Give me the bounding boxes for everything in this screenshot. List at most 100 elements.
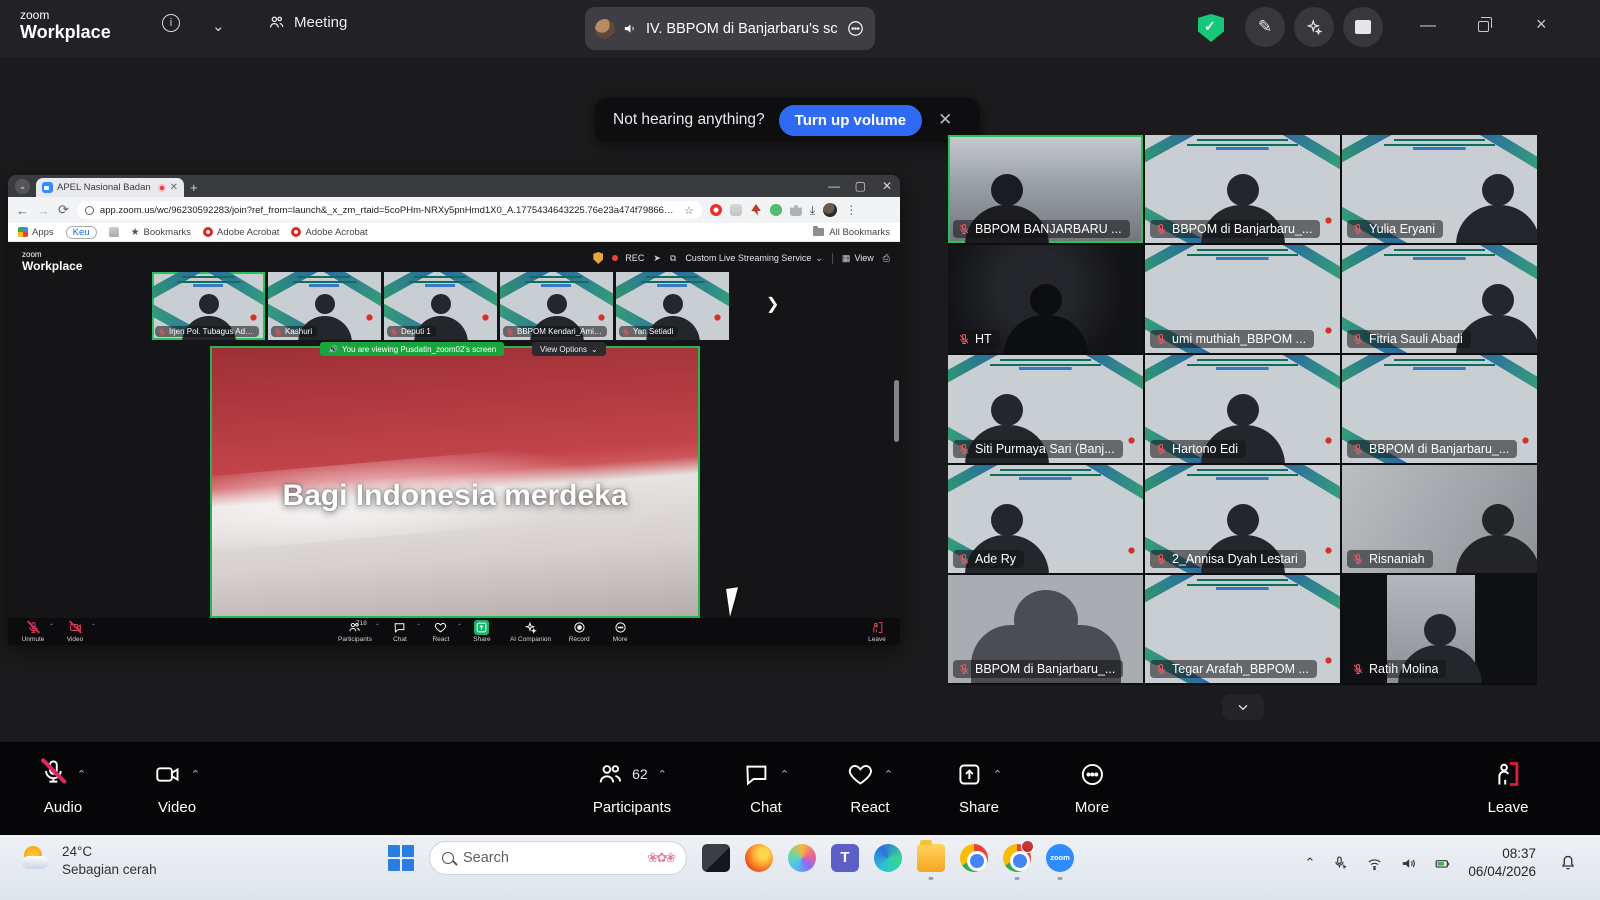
address-bar[interactable]: app.zoom.us/wc/96230592283/join?ref_from… xyxy=(77,201,702,219)
reload-icon[interactable]: ⟳ xyxy=(58,202,69,218)
chevron-down-icon[interactable]: ⌄ xyxy=(212,17,225,35)
inner-chat-button[interactable]: Chat ⌃ xyxy=(387,620,413,643)
bookmark-adobe-1[interactable]: Adobe Acrobat xyxy=(203,227,279,238)
ai-companion-button[interactable] xyxy=(1294,7,1334,47)
inner-ai-companion-button[interactable]: AI Companion ⌃ xyxy=(510,620,551,643)
extension-pin-icon[interactable] xyxy=(750,204,762,216)
filmstrip-next-icon[interactable]: ❯ xyxy=(766,294,779,314)
zoom-app-icon[interactable] xyxy=(1046,844,1074,872)
participant-tile[interactable]: Risnaniah xyxy=(1342,465,1537,573)
inner-leave-button[interactable]: Leave ⌃ xyxy=(864,620,890,643)
battery-icon[interactable] xyxy=(1434,855,1451,872)
participant-tile[interactable]: BBPOM BANJARBARU ... xyxy=(948,135,1143,243)
firefox-icon[interactable] xyxy=(745,844,773,872)
participant-tile[interactable]: BBPOM di Banjarbaru_... xyxy=(1145,135,1340,243)
bookmark-adobe-2[interactable]: Adobe Acrobat xyxy=(291,227,367,238)
restore-button[interactable] xyxy=(1478,21,1489,32)
all-bookmarks[interactable]: All Bookmarks xyxy=(813,227,890,238)
browser-close-button[interactable]: ✕ xyxy=(882,179,892,193)
view-layout-button[interactable] xyxy=(1343,7,1383,47)
chrome-profile-icon[interactable] xyxy=(1003,844,1031,872)
filmstrip-tile[interactable]: Yan Setiadi xyxy=(616,272,729,340)
close-button[interactable]: × xyxy=(1536,15,1547,33)
participant-tile[interactable]: Yulia Eryani xyxy=(1342,135,1537,243)
participant-tile[interactable]: Siti Purmaya Sari (Banj... xyxy=(948,355,1143,463)
filmstrip-tile[interactable]: Irjen Pol. Tubagus Ade Hi... xyxy=(152,272,265,340)
more-button[interactable]: More xyxy=(1075,756,1109,816)
participant-tile[interactable]: Ade Ry xyxy=(948,465,1143,573)
browser-tab[interactable]: APEL Nasional Badan Peng... ✕ xyxy=(36,178,184,197)
teams-icon[interactable] xyxy=(831,844,859,872)
view-options-button[interactable]: View Options⌄ xyxy=(532,342,606,356)
participant-tile[interactable]: Fitria Sauli Abadi xyxy=(1342,245,1537,353)
participants-button[interactable]: 62 ⌃ Participants xyxy=(593,756,671,816)
weather-widget[interactable]: 24°CSebagian cerah xyxy=(22,843,157,879)
more-options-icon[interactable] xyxy=(846,19,865,38)
filmstrip-tile[interactable]: BBPOM Kendari_Amirah xyxy=(500,272,613,340)
filmstrip-tile[interactable]: Deputi 1 xyxy=(384,272,497,340)
chrome-icon[interactable] xyxy=(960,844,988,872)
bookmark-bookmarks[interactable]: ★Bookmarks xyxy=(131,227,191,238)
taskbar-search[interactable]: Search ❀✿❀ xyxy=(429,841,687,875)
info-icon[interactable]: i xyxy=(162,14,180,32)
share-options-chevron[interactable]: ⌃ xyxy=(993,768,1002,781)
bookmark-apps[interactable]: Apps xyxy=(18,227,54,238)
volume-icon[interactable] xyxy=(1400,855,1417,872)
mic-pointer-icon[interactable] xyxy=(1332,855,1349,872)
edge-icon[interactable] xyxy=(874,844,902,872)
chat-options-chevron[interactable]: ⌃ xyxy=(780,768,789,781)
forward-icon[interactable]: → xyxy=(37,203,50,218)
video-button[interactable]: ⌃ Video xyxy=(154,756,200,816)
inner-participants-button[interactable]: Participants 718 ⌃ xyxy=(338,620,372,643)
browser-scrollbar-thumb[interactable] xyxy=(894,380,899,442)
taskbar-clock[interactable]: 08:37 06/04/2026 xyxy=(1468,845,1536,881)
inner-unmute-button[interactable]: Unmute ⌃ xyxy=(20,620,46,643)
file-explorer-icon[interactable] xyxy=(917,844,945,872)
bookmark-keu[interactable]: Keu xyxy=(66,226,97,239)
tab-meeting[interactable]: Meeting xyxy=(268,14,347,31)
inner-share-button[interactable]: Share ⌃ xyxy=(469,620,495,643)
participant-tile[interactable]: Tegar Arafah_BBPOM ... xyxy=(1145,575,1340,683)
new-tab-button[interactable]: + xyxy=(190,180,198,195)
extensions-puzzle-icon[interactable] xyxy=(790,204,802,216)
bookmark-star-icon[interactable]: ☆ xyxy=(684,204,694,217)
browser-restore-button[interactable]: ▢ xyxy=(855,179,866,193)
participant-tile[interactable]: 2_Annisa Dyah Lestari xyxy=(1145,465,1340,573)
inner-more-button[interactable]: More ⌃ xyxy=(607,620,633,643)
participant-tile[interactable]: Ratih Molina xyxy=(1342,575,1537,683)
inner-record-button[interactable]: Record ⌃ xyxy=(566,620,592,643)
participant-tile[interactable]: HT xyxy=(948,245,1143,353)
participant-tile[interactable]: umi muthiah_BBPOM ... xyxy=(1145,245,1340,353)
browser-menu-icon[interactable]: ⋮ xyxy=(845,203,857,217)
participant-tile[interactable]: BBPOM di Banjarbaru_... xyxy=(948,575,1143,683)
security-shield-icon[interactable] xyxy=(1198,14,1224,42)
browser-minimize-button[interactable]: — xyxy=(828,179,840,193)
live-streaming-label[interactable]: Custom Live Streaming Service⌄ xyxy=(685,253,823,264)
copilot-icon[interactable] xyxy=(788,844,816,872)
extension-icon[interactable] xyxy=(710,204,722,216)
filmstrip-tile[interactable]: Kashuri xyxy=(268,272,381,340)
tab-search-chevron[interactable]: ⌄ xyxy=(15,179,30,194)
react-options-chevron[interactable]: ⌃ xyxy=(884,768,893,781)
minimize-button[interactable]: — xyxy=(1420,18,1436,34)
extension-icon[interactable] xyxy=(770,204,782,216)
bookmark-grid-icon[interactable] xyxy=(109,227,119,237)
task-view-button[interactable] xyxy=(702,844,730,872)
participants-options-chevron[interactable]: ⌃ xyxy=(658,768,667,781)
notification-bell-icon[interactable] xyxy=(1558,851,1578,876)
toast-close-icon[interactable]: ✕ xyxy=(938,110,952,130)
back-icon[interactable]: ← xyxy=(16,203,29,218)
share-button[interactable]: ⌃ Share xyxy=(956,756,1002,816)
annotate-button[interactable]: ✎ xyxy=(1245,7,1285,47)
tab-close-icon[interactable]: ✕ xyxy=(170,182,178,193)
wifi-icon[interactable] xyxy=(1366,855,1383,872)
tray-chevron-icon[interactable]: ⌃ xyxy=(1305,855,1316,871)
inner-react-button[interactable]: React ⌃ xyxy=(428,620,454,643)
extension-icon[interactable] xyxy=(730,204,742,216)
view-button[interactable]: ▦View xyxy=(842,253,874,264)
browser-profile-avatar[interactable] xyxy=(823,203,837,217)
leave-button[interactable]: Leave xyxy=(1488,756,1529,816)
chat-button[interactable]: ⌃ Chat xyxy=(743,756,789,816)
tab-active-meeting[interactable]: IV. BBPOM di Banjarbaru's sc xyxy=(585,7,875,50)
react-button[interactable]: ⌃ React xyxy=(847,756,893,816)
